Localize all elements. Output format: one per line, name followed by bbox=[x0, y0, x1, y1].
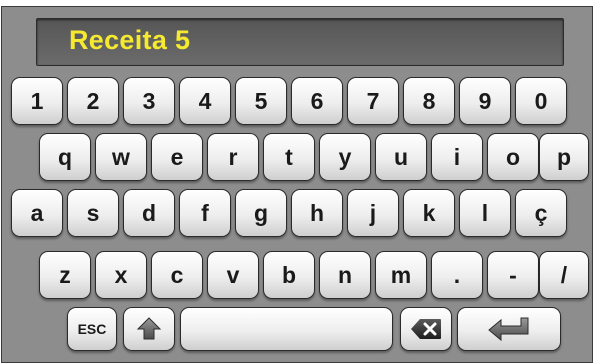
key-y[interactable]: y bbox=[319, 133, 371, 181]
key-t[interactable]: t bbox=[263, 133, 315, 181]
key-b[interactable]: b bbox=[263, 251, 315, 299]
key-slash[interactable]: / bbox=[539, 251, 589, 299]
key-n[interactable]: n bbox=[319, 251, 371, 299]
key-0[interactable]: 0 bbox=[515, 77, 567, 125]
key-j[interactable]: j bbox=[347, 189, 399, 237]
key-6[interactable]: 6 bbox=[291, 77, 343, 125]
key-4[interactable]: 4 bbox=[179, 77, 231, 125]
key-o[interactable]: o bbox=[487, 133, 539, 181]
key-e[interactable]: e bbox=[151, 133, 203, 181]
key-5[interactable]: 5 bbox=[235, 77, 287, 125]
key-r[interactable]: r bbox=[207, 133, 259, 181]
text-display: Receita 5 bbox=[36, 18, 564, 66]
backspace-x-icon bbox=[411, 319, 441, 339]
key-period[interactable]: . bbox=[431, 251, 483, 299]
key-w[interactable]: w bbox=[95, 133, 147, 181]
key-c[interactable]: c bbox=[151, 251, 203, 299]
key-g[interactable]: g bbox=[235, 189, 287, 237]
esc-key[interactable]: ESC bbox=[67, 307, 117, 351]
keyboard-panel: Receita 5 1 2 3 4 5 6 7 8 9 0 q w e r t … bbox=[1, 6, 593, 363]
key-q[interactable]: q bbox=[39, 133, 91, 181]
key-1[interactable]: 1 bbox=[11, 77, 63, 125]
key-z[interactable]: z bbox=[39, 251, 91, 299]
enter-return-arrow-icon bbox=[488, 317, 529, 342]
backspace-key[interactable] bbox=[400, 307, 452, 351]
enter-key[interactable] bbox=[457, 307, 561, 351]
key-p[interactable]: p bbox=[539, 133, 589, 181]
key-9[interactable]: 9 bbox=[459, 77, 511, 125]
key-hyphen[interactable]: - bbox=[487, 251, 539, 299]
key-u[interactable]: u bbox=[375, 133, 427, 181]
key-f[interactable]: f bbox=[179, 189, 231, 237]
key-c-cedilla[interactable]: ç bbox=[515, 189, 567, 237]
key-i[interactable]: i bbox=[431, 133, 483, 181]
key-s[interactable]: s bbox=[67, 189, 119, 237]
key-h[interactable]: h bbox=[291, 189, 343, 237]
display-text: Receita 5 bbox=[69, 25, 191, 55]
space-key[interactable] bbox=[180, 307, 393, 351]
key-8[interactable]: 8 bbox=[403, 77, 455, 125]
key-d[interactable]: d bbox=[123, 189, 175, 237]
key-m[interactable]: m bbox=[375, 251, 427, 299]
key-3[interactable]: 3 bbox=[123, 77, 175, 125]
key-x[interactable]: x bbox=[95, 251, 147, 299]
key-l[interactable]: l bbox=[459, 189, 511, 237]
key-2[interactable]: 2 bbox=[67, 77, 119, 125]
shift-key[interactable] bbox=[123, 307, 175, 351]
key-a[interactable]: a bbox=[11, 189, 63, 237]
shift-up-arrow-icon bbox=[136, 317, 162, 340]
key-v[interactable]: v bbox=[207, 251, 259, 299]
key-7[interactable]: 7 bbox=[347, 77, 399, 125]
key-k[interactable]: k bbox=[403, 189, 455, 237]
